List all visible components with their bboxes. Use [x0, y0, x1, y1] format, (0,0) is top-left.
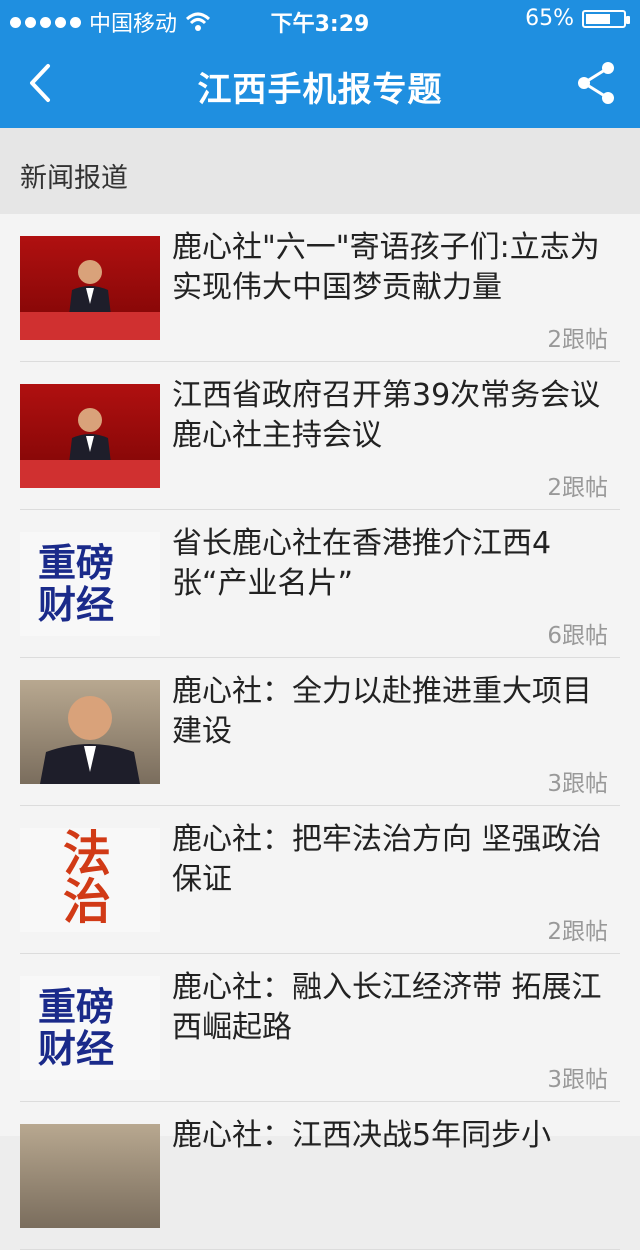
news-headline: 江西省政府召开第39次常务会议 鹿心社主持会议: [172, 378, 601, 453]
news-headline: 鹿心社：把牢法治方向 坚强政治保证: [172, 822, 602, 897]
news-thumbnail: 重磅 财经: [20, 532, 160, 636]
list-item[interactable]: 法治 鹿心社：把牢法治方向 坚强政治保证 2跟帖: [20, 806, 620, 954]
page-title: 江西手机报专题: [197, 70, 443, 110]
news-thumbnail: [20, 1124, 160, 1228]
news-thumbnail: [20, 236, 160, 340]
comment-count: 3跟帖: [547, 1067, 608, 1093]
battery-percent: 65%: [525, 6, 574, 31]
news-thumbnail: 重磅 财经: [20, 976, 160, 1080]
news-headline: 鹿心社：融入长江经济带 拓展江西崛起路: [172, 970, 602, 1045]
news-headline: 鹿心社"六一"寄语孩子们:立志为实现伟大中国梦贡献力量: [172, 230, 600, 305]
list-item[interactable]: 江西省政府召开第39次常务会议 鹿心社主持会议 2跟帖: [20, 362, 620, 510]
finance-logo-text: 重磅 财经: [38, 541, 115, 627]
news-headline: 鹿心社：江西决战5年同步小: [172, 1118, 552, 1153]
comment-count: 2跟帖: [547, 327, 608, 353]
law-logo-text: 法治: [54, 828, 110, 924]
person-image: [40, 696, 140, 784]
news-headline: 鹿心社：全力以赴推进重大项目建设: [172, 674, 592, 749]
comment-count: 6跟帖: [547, 623, 608, 649]
battery-icon: [582, 9, 630, 28]
nav-bar: 江西手机报专题: [0, 40, 640, 128]
comment-count: 3跟帖: [547, 771, 608, 797]
share-icon[interactable]: [572, 58, 622, 108]
comment-count: 2跟帖: [547, 919, 608, 945]
news-headline: 省长鹿心社在香港推介江西4张“产业名片”: [172, 526, 552, 601]
news-thumbnail: 法治: [20, 828, 160, 932]
news-list: 鹿心社"六一"寄语孩子们:立志为实现伟大中国梦贡献力量 2跟帖 江西省政府召开第…: [0, 214, 640, 1250]
news-thumbnail: [20, 680, 160, 784]
list-item[interactable]: 重磅 财经 省长鹿心社在香港推介江西4张“产业名片” 6跟帖: [20, 510, 620, 658]
status-bar: 中国移动 下午3:29 65%: [0, 0, 640, 40]
status-right: 65%: [525, 6, 630, 31]
list-item[interactable]: 重磅 财经 鹿心社：融入长江经济带 拓展江西崛起路 3跟帖: [20, 954, 620, 1102]
list-item[interactable]: 鹿心社"六一"寄语孩子们:立志为实现伟大中国梦贡献力量 2跟帖: [20, 214, 620, 362]
section-label: 新闻报道: [20, 163, 128, 194]
finance-logo-text: 重磅 财经: [38, 985, 115, 1071]
section-header: 新闻报道: [0, 128, 640, 214]
comment-count: 2跟帖: [547, 475, 608, 501]
list-item[interactable]: 鹿心社：江西决战5年同步小: [20, 1102, 620, 1250]
news-thumbnail: [20, 384, 160, 488]
list-item[interactable]: 鹿心社：全力以赴推进重大项目建设 3跟帖: [20, 658, 620, 806]
